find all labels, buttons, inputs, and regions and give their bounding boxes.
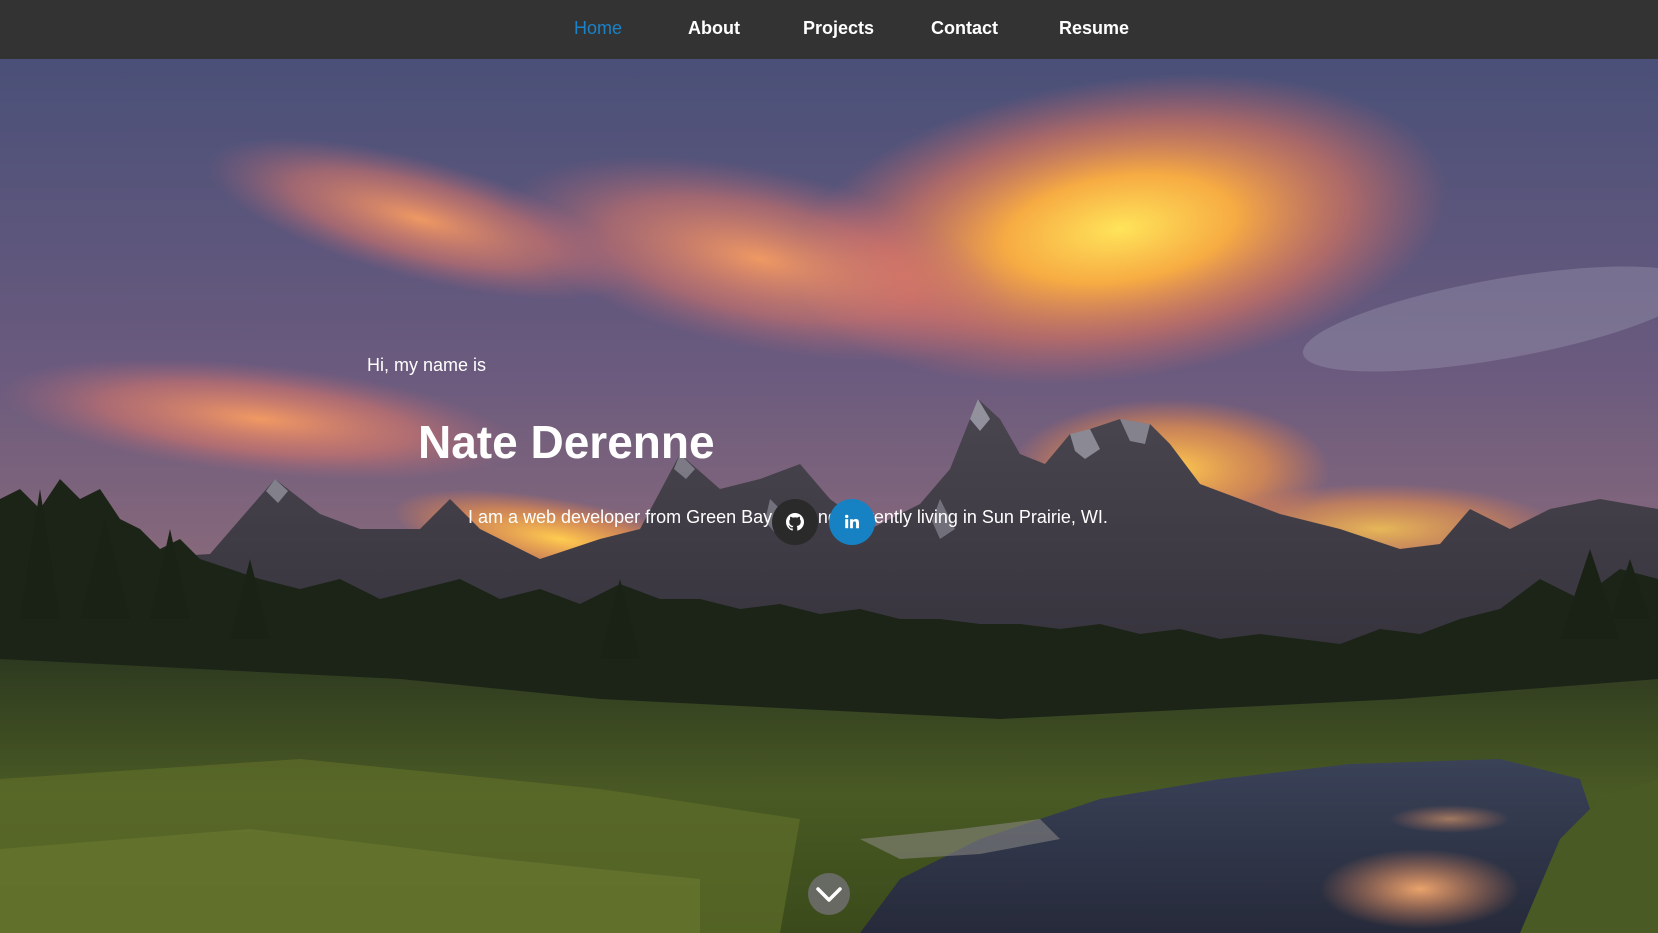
page: Home About Projects Contact Resume Hi, m… bbox=[0, 0, 1658, 933]
nav-item-contact[interactable]: Contact bbox=[931, 18, 998, 39]
github-icon bbox=[786, 513, 804, 531]
github-button[interactable] bbox=[772, 499, 818, 545]
hero-background-image bbox=[0, 59, 1658, 933]
chevron-down-icon bbox=[816, 887, 842, 902]
linkedin-button[interactable] bbox=[829, 499, 875, 545]
nav-item-home[interactable]: Home bbox=[574, 18, 622, 39]
scroll-down-button[interactable] bbox=[808, 873, 850, 915]
navbar: Home About Projects Contact Resume bbox=[0, 0, 1658, 59]
linkedin-icon bbox=[845, 514, 859, 529]
hero-name: Nate Derenne bbox=[418, 416, 715, 468]
nav-list: Home About Projects Contact Resume bbox=[0, 0, 1658, 59]
nav-item-about[interactable]: About bbox=[688, 18, 740, 39]
nav-item-projects[interactable]: Projects bbox=[803, 18, 874, 39]
nav-item-resume[interactable]: Resume bbox=[1059, 18, 1129, 39]
hero-section: Hi, my name is Nate Derenne I am a web d… bbox=[0, 59, 1658, 933]
hero-greeting: Hi, my name is bbox=[367, 355, 487, 375]
